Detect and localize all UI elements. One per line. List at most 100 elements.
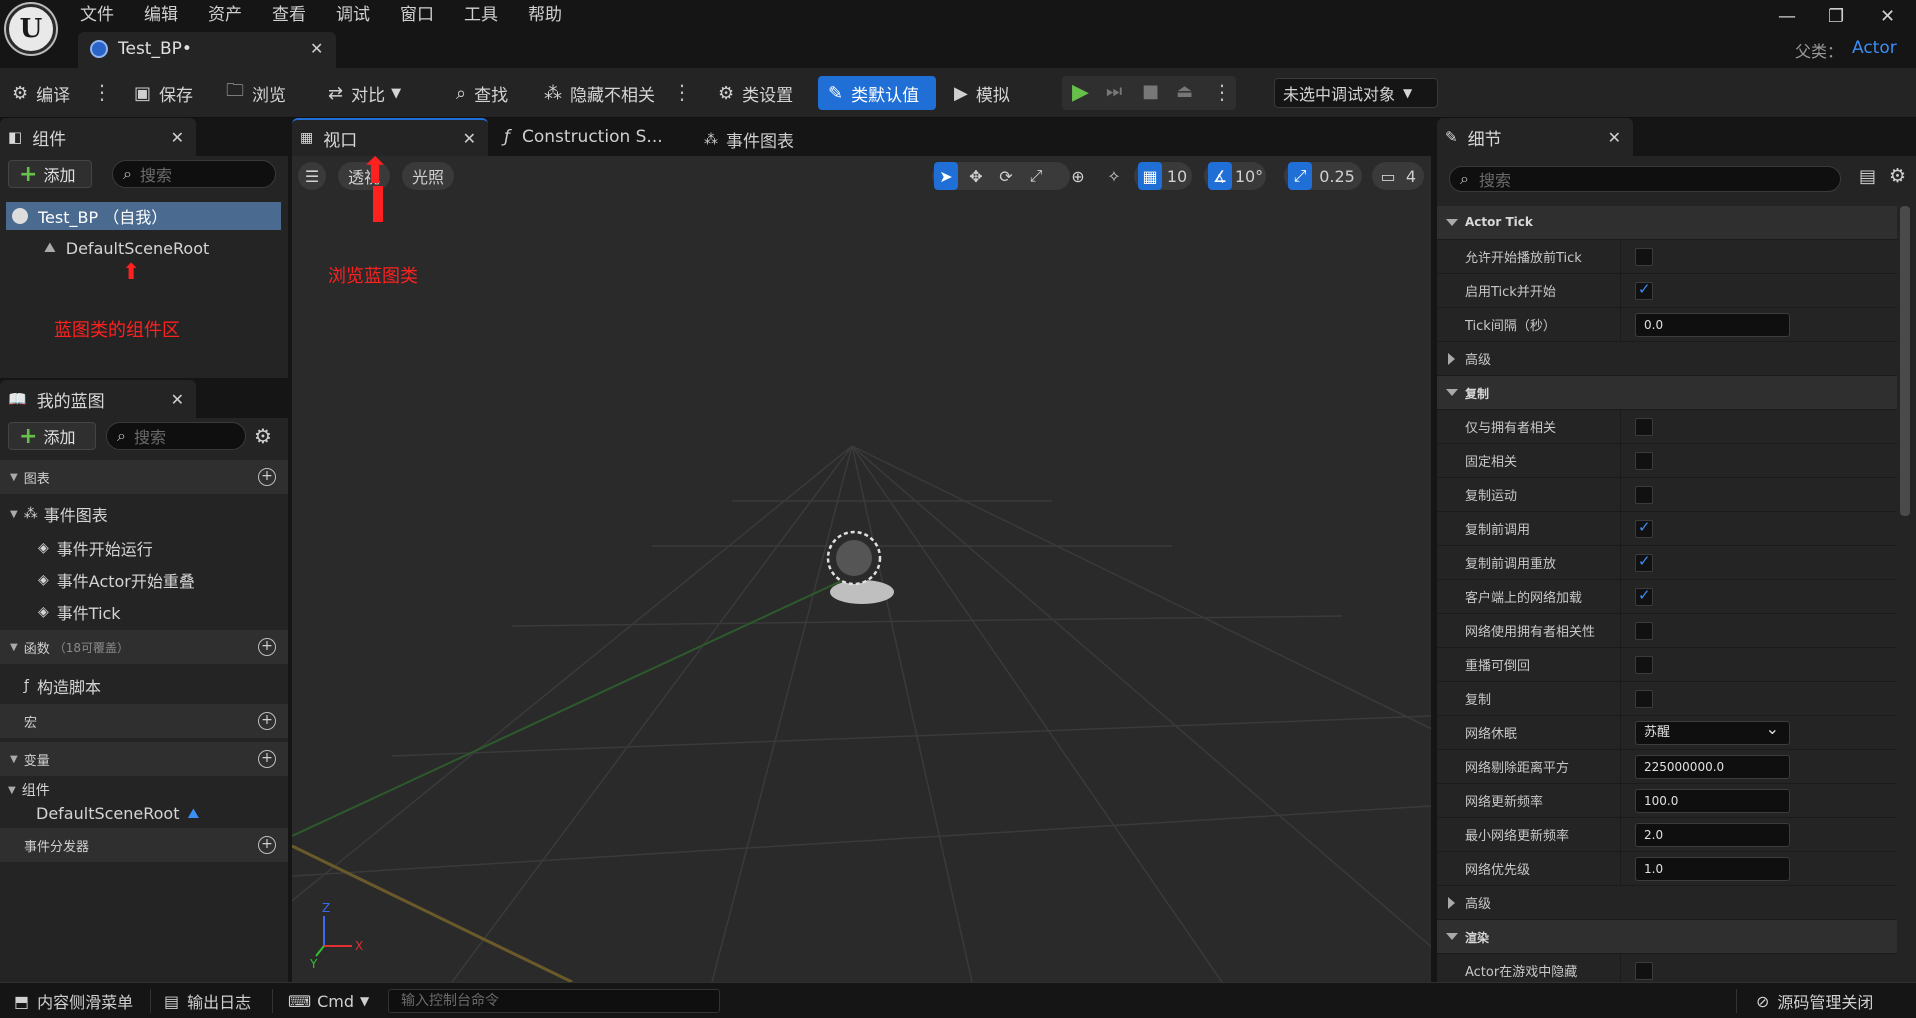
find-button[interactable]: ⌕ 查找 — [456, 68, 508, 118]
component-child-item[interactable]: ⛰ DefaultSceneRoot — [44, 236, 209, 260]
property-checkbox[interactable] — [1635, 248, 1653, 266]
details-scrollbar[interactable] — [1900, 206, 1910, 516]
property-checkbox[interactable] — [1635, 690, 1653, 708]
hide-unrelated-button[interactable]: ⁂ 隐藏不相关 — [544, 68, 655, 118]
functions-section-header[interactable]: ▼ 函数 （18可覆盖） + — [0, 630, 288, 664]
grid-snap-value[interactable]: 10 — [1164, 162, 1190, 190]
event-graph-item[interactable]: ▼ ⁂ 事件图表 — [10, 502, 108, 526]
more-options-icon[interactable]: ⋮ — [672, 80, 692, 104]
details-advanced-group[interactable]: 高级 — [1437, 342, 1897, 376]
debug-target-dropdown[interactable]: 未选中调试对象 ▼ — [1274, 78, 1438, 108]
tab-my-blueprint[interactable]: 📖 我的蓝图 ✕ — [0, 380, 196, 418]
tab-event-graph[interactable]: ⁂ 事件图表 — [704, 127, 794, 153]
components-group-item[interactable]: ▼ 组件 — [8, 780, 50, 800]
stop-icon[interactable]: ■ — [1142, 81, 1159, 102]
construction-script-item[interactable]: ƒ 构造脚本 — [24, 674, 101, 698]
viewport[interactable]: X Y Z ☰ 透视 光照 ⬆ 浏览蓝图类 ➤ ✥ ⟳ ⤢ ⊕ ✧ ▦ 10 ∡… — [292, 156, 1431, 982]
eject-icon[interactable]: ⏏ — [1176, 81, 1193, 102]
add-dispatcher-icon[interactable]: + — [258, 836, 276, 854]
property-checkbox[interactable] — [1635, 418, 1653, 436]
macros-section-header[interactable]: 宏 + — [0, 704, 288, 738]
variables-section-header[interactable]: ▼ 变量 + — [0, 742, 288, 776]
scale-tool-icon[interactable]: ⤢ — [1024, 162, 1048, 190]
save-button[interactable]: ▣ 保存 — [134, 68, 193, 118]
details-section-header[interactable]: 渲染 — [1437, 920, 1897, 954]
play-icon[interactable]: ▶ — [1072, 80, 1089, 105]
tab-components[interactable]: ◧ 组件 ✕ — [0, 118, 196, 156]
graphs-section-header[interactable]: ▼ 图表 + — [0, 460, 288, 494]
table-view-icon[interactable]: ▤ — [1859, 166, 1876, 187]
property-checkbox[interactable] — [1635, 656, 1653, 674]
menu-tools[interactable]: 工具 — [464, 0, 498, 25]
property-number-input[interactable]: 2.0 — [1635, 823, 1790, 847]
source-control-button[interactable]: ⊘ 源码管理关闭 — [1756, 983, 1873, 1018]
rotation-snap-value[interactable]: 10° — [1234, 162, 1264, 190]
settings-gear-icon[interactable]: ⚙ — [254, 424, 272, 448]
add-member-button[interactable]: + 添加 — [8, 422, 96, 450]
dispatchers-section-header[interactable]: 事件分发器 + — [0, 828, 288, 862]
property-number-input[interactable]: 0.0 — [1635, 313, 1790, 337]
scale-snap-icon[interactable]: ⤢ — [1288, 162, 1312, 190]
add-component-button[interactable]: + 添加 — [8, 160, 92, 188]
cmd-dropdown[interactable]: ⌨ Cmd ▼ — [288, 983, 369, 1018]
restore-icon[interactable]: ❐ — [1828, 6, 1844, 27]
property-number-input[interactable]: 225000000.0 — [1635, 755, 1790, 779]
rotate-tool-icon[interactable]: ⟳ — [994, 162, 1018, 190]
camera-icon[interactable]: ▭ — [1376, 162, 1400, 190]
browse-button[interactable]: 🗀 浏览 — [226, 68, 286, 118]
console-input[interactable]: 输入控制台命令 — [388, 989, 720, 1013]
property-checkbox[interactable] — [1635, 452, 1653, 470]
property-checkbox[interactable] — [1635, 486, 1653, 504]
play-options-icon[interactable]: ⋮ — [1212, 80, 1232, 104]
menu-window[interactable]: 窗口 — [400, 0, 434, 25]
property-checkbox[interactable] — [1635, 586, 1653, 606]
content-drawer-button[interactable]: ⬒ 内容侧滑菜单 — [14, 983, 133, 1018]
component-root-item[interactable]: Test_BP （自我） — [6, 202, 281, 230]
property-checkbox[interactable] — [1635, 518, 1653, 538]
close-window-icon[interactable]: ✕ — [1880, 6, 1895, 27]
details-advanced-group[interactable]: 高级 — [1437, 886, 1897, 920]
event-item[interactable]: ◈ 事件Actor开始重叠 — [38, 568, 195, 592]
menu-view[interactable]: 查看 — [272, 0, 306, 25]
menu-edit[interactable]: 编辑 — [144, 0, 178, 25]
diff-button[interactable]: ⇄ 对比 ▼ — [328, 68, 401, 118]
tab-viewport[interactable]: ▦ 视口 ✕ — [292, 118, 488, 156]
close-icon[interactable]: ✕ — [171, 390, 184, 409]
property-checkbox[interactable] — [1635, 280, 1653, 300]
close-icon[interactable]: ✕ — [463, 129, 476, 148]
output-log-button[interactable]: ▤ 输出日志 — [164, 983, 251, 1018]
scale-snap-value[interactable]: 0.25 — [1316, 162, 1358, 190]
add-graph-icon[interactable]: + — [258, 468, 276, 486]
menu-file[interactable]: 文件 — [80, 0, 114, 25]
components-search-input[interactable]: ⌕ 搜索 — [112, 160, 276, 188]
tab-test-bp[interactable]: Test_BP• ✕ — [78, 32, 336, 68]
settings-gear-icon[interactable]: ⚙ — [1889, 165, 1906, 187]
camera-speed-value[interactable]: 4 — [1402, 162, 1420, 190]
details-search-input[interactable]: ⌕ 搜索 — [1449, 166, 1841, 192]
compile-options-icon[interactable]: ⋮ — [92, 80, 112, 104]
step-icon[interactable]: ⏭ — [1106, 81, 1122, 102]
tab-details[interactable]: ✎ 细节 ✕ — [1437, 118, 1633, 156]
property-checkbox[interactable] — [1635, 552, 1653, 572]
simulate-button[interactable]: ▶ 模拟 — [954, 68, 1010, 118]
menu-asset[interactable]: 资产 — [208, 0, 242, 25]
variable-item[interactable]: DefaultSceneRoot ⛰ — [36, 804, 199, 823]
property-number-input[interactable]: 100.0 — [1635, 789, 1790, 813]
add-variable-icon[interactable]: + — [258, 750, 276, 768]
property-checkbox[interactable] — [1635, 962, 1653, 980]
lighting-button[interactable]: 光照 — [402, 162, 455, 190]
class-settings-button[interactable]: ⚙ 类设置 — [718, 68, 793, 118]
viewport-menu-icon[interactable]: ☰ — [298, 162, 326, 190]
menu-help[interactable]: 帮助 — [528, 0, 562, 25]
class-defaults-button[interactable]: ✎ 类默认值 — [818, 76, 936, 110]
add-function-icon[interactable]: + — [258, 638, 276, 656]
my-blueprint-search-input[interactable]: ⌕ 搜索 — [106, 422, 246, 450]
minimize-icon[interactable]: — — [1778, 6, 1796, 27]
property-dropdown[interactable]: 苏醒 ⌄ — [1635, 719, 1790, 745]
close-icon[interactable]: ✕ — [171, 128, 184, 147]
menu-debug[interactable]: 调试 — [336, 0, 370, 25]
close-icon[interactable]: ✕ — [1608, 128, 1621, 147]
property-number-input[interactable]: 1.0 — [1635, 857, 1790, 881]
compile-button[interactable]: ⚙ 编译 — [12, 68, 70, 118]
unreal-logo-icon[interactable]: U — [6, 4, 56, 54]
